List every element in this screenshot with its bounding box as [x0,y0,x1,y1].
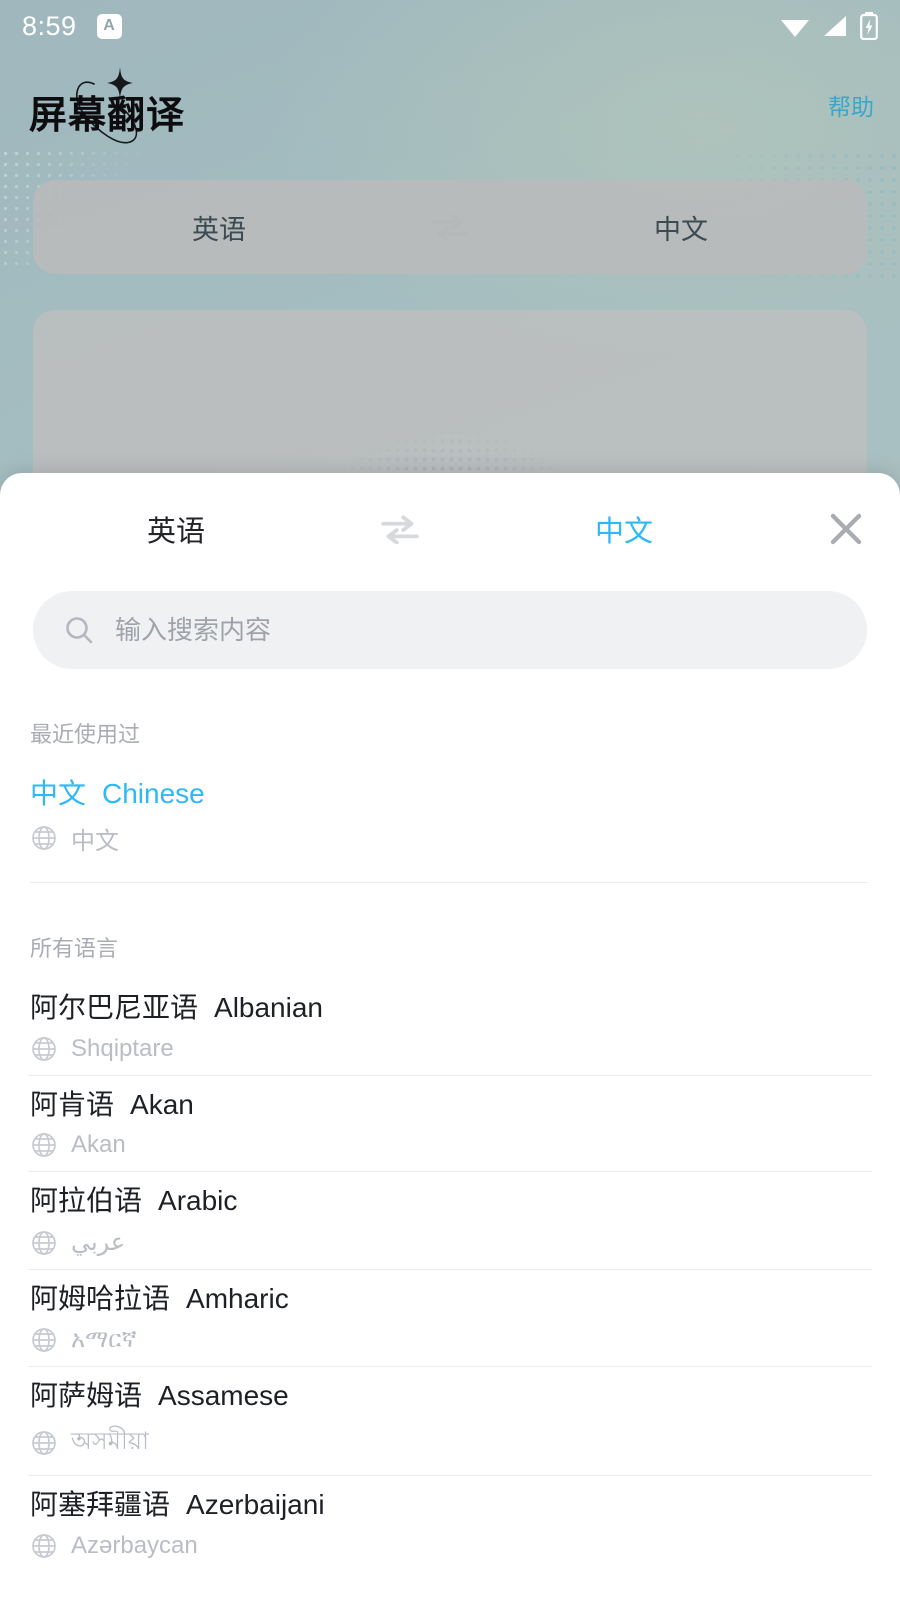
globe-icon [32,1230,56,1255]
language-native: অসমীয়া [30,1423,872,1463]
language-names: 阿姆哈拉语 Amharic [30,1280,872,1318]
list-item-recent-chinese[interactable]: 中文 Chinese 中文 [28,765,872,868]
language-names: 阿萨姆语 Assamese [30,1377,872,1415]
language-name-en: Assamese [158,1379,289,1411]
language-picker-sheet: 英语 中文 最近使用过 中文 Chinese [0,473,900,1600]
list-item-akan[interactable]: 阿肯语 Akan Akan [28,1074,872,1172]
list-item-amharic[interactable]: 阿姆哈拉语 Amharic አማርኛ [28,1269,872,1366]
language-names: 中文 Chinese [30,775,872,813]
sheet-target-language[interactable]: 中文 [448,508,800,550]
list-item-assamese[interactable]: 阿萨姆语 Assamese অসমীয়া [28,1365,872,1475]
silent-mode-icon: A [96,13,122,39]
language-names: 阿塞拜疆语 Azerbaijani [30,1486,872,1524]
globe-icon [32,826,56,851]
close-button[interactable] [800,508,892,550]
globe-icon [32,1430,56,1455]
list-item-albanian[interactable]: 阿尔巴尼亚语 Albanian Shqiptare [28,979,872,1075]
sheet-swap-button[interactable] [352,514,448,544]
bg-swap-button[interactable] [405,213,495,241]
language-names: 阿尔巴尼亚语 Albanian [30,989,872,1027]
status-icons [780,12,878,40]
native-name: عربي [71,1229,126,1257]
signal-icon [824,16,846,36]
help-link[interactable]: 帮助 [828,88,874,122]
list-item-azerbaijani[interactable]: 阿塞拜疆语 Azerbaijani Azərbaycan [28,1474,872,1572]
globe-icon [32,1328,56,1352]
native-name: Akan [71,1131,126,1159]
language-name-zh: 阿拉伯语 [30,1185,143,1217]
all-section-title: 所有语言 [30,935,119,961]
language-name-en: Azerbaijani [186,1488,325,1520]
language-name-zh: 阿萨姆语 [30,1379,143,1411]
search-input[interactable] [115,614,837,646]
language-native: عربي [30,1228,872,1257]
bg-target-language[interactable]: 中文 [495,208,867,247]
language-name-en: Akan [130,1088,194,1120]
language-name-en: Chinese [102,778,205,809]
native-name: Shqiptare [71,1034,174,1062]
page-title: 屏幕翻译 [29,95,186,137]
wifi-icon [781,20,809,37]
language-name-en: Arabic [158,1185,238,1217]
language-name-en: Albanian [214,991,323,1023]
language-native: Shqiptare [30,1035,872,1063]
language-names: 阿肯语 Akan [30,1086,872,1124]
battery-charging-icon [860,12,878,40]
search-field[interactable] [33,591,867,669]
swap-horizontal-icon [381,515,419,544]
language-native: Akan [30,1131,872,1159]
native-name: অসমীয়া [71,1427,149,1455]
recent-section-title: 最近使用过 [30,722,141,747]
language-name-zh: 阿姆哈拉语 [30,1283,171,1315]
language-native: አማርኛ [30,1326,872,1354]
language-name-zh: 阿尔巴尼亚语 [30,991,199,1023]
language-name-en: Amharic [186,1283,289,1315]
language-name-zh: 阿塞拜疆语 [30,1488,171,1520]
language-selector-bar[interactable]: 英语 中文 [33,180,867,274]
swap-horizontal-icon [432,214,468,241]
language-name-zh: 中文 [30,778,87,809]
app-branding: 屏幕翻译 [26,62,306,158]
bg-source-language[interactable]: 英语 [33,208,405,247]
language-list: 最近使用过 中文 Chinese 中文 所有语言 阿尔巴尼亚语 Albanian [0,717,900,1572]
language-native: 中文 [30,821,872,856]
globe-icon [32,1533,56,1558]
language-name-zh: 阿肯语 [30,1088,115,1120]
list-item-arabic[interactable]: 阿拉伯语 Arabic عربي [28,1171,872,1269]
sheet-header: 英语 中文 [0,473,900,585]
close-icon [830,513,862,545]
status-clock: 8:59 [22,10,77,41]
search-icon [66,617,93,644]
native-name: አማርኛ [71,1325,137,1353]
status-bar: 8:59 A [0,0,900,52]
globe-icon [32,1036,56,1061]
native-name: Azərbaycan [71,1531,198,1559]
native-name: 中文 [71,827,119,855]
section-divider [30,881,868,883]
language-names: 阿拉伯语 Arabic [30,1182,872,1220]
language-native: Azərbaycan [30,1532,872,1560]
sheet-source-language[interactable]: 英语 [0,508,352,550]
globe-icon [32,1133,56,1158]
